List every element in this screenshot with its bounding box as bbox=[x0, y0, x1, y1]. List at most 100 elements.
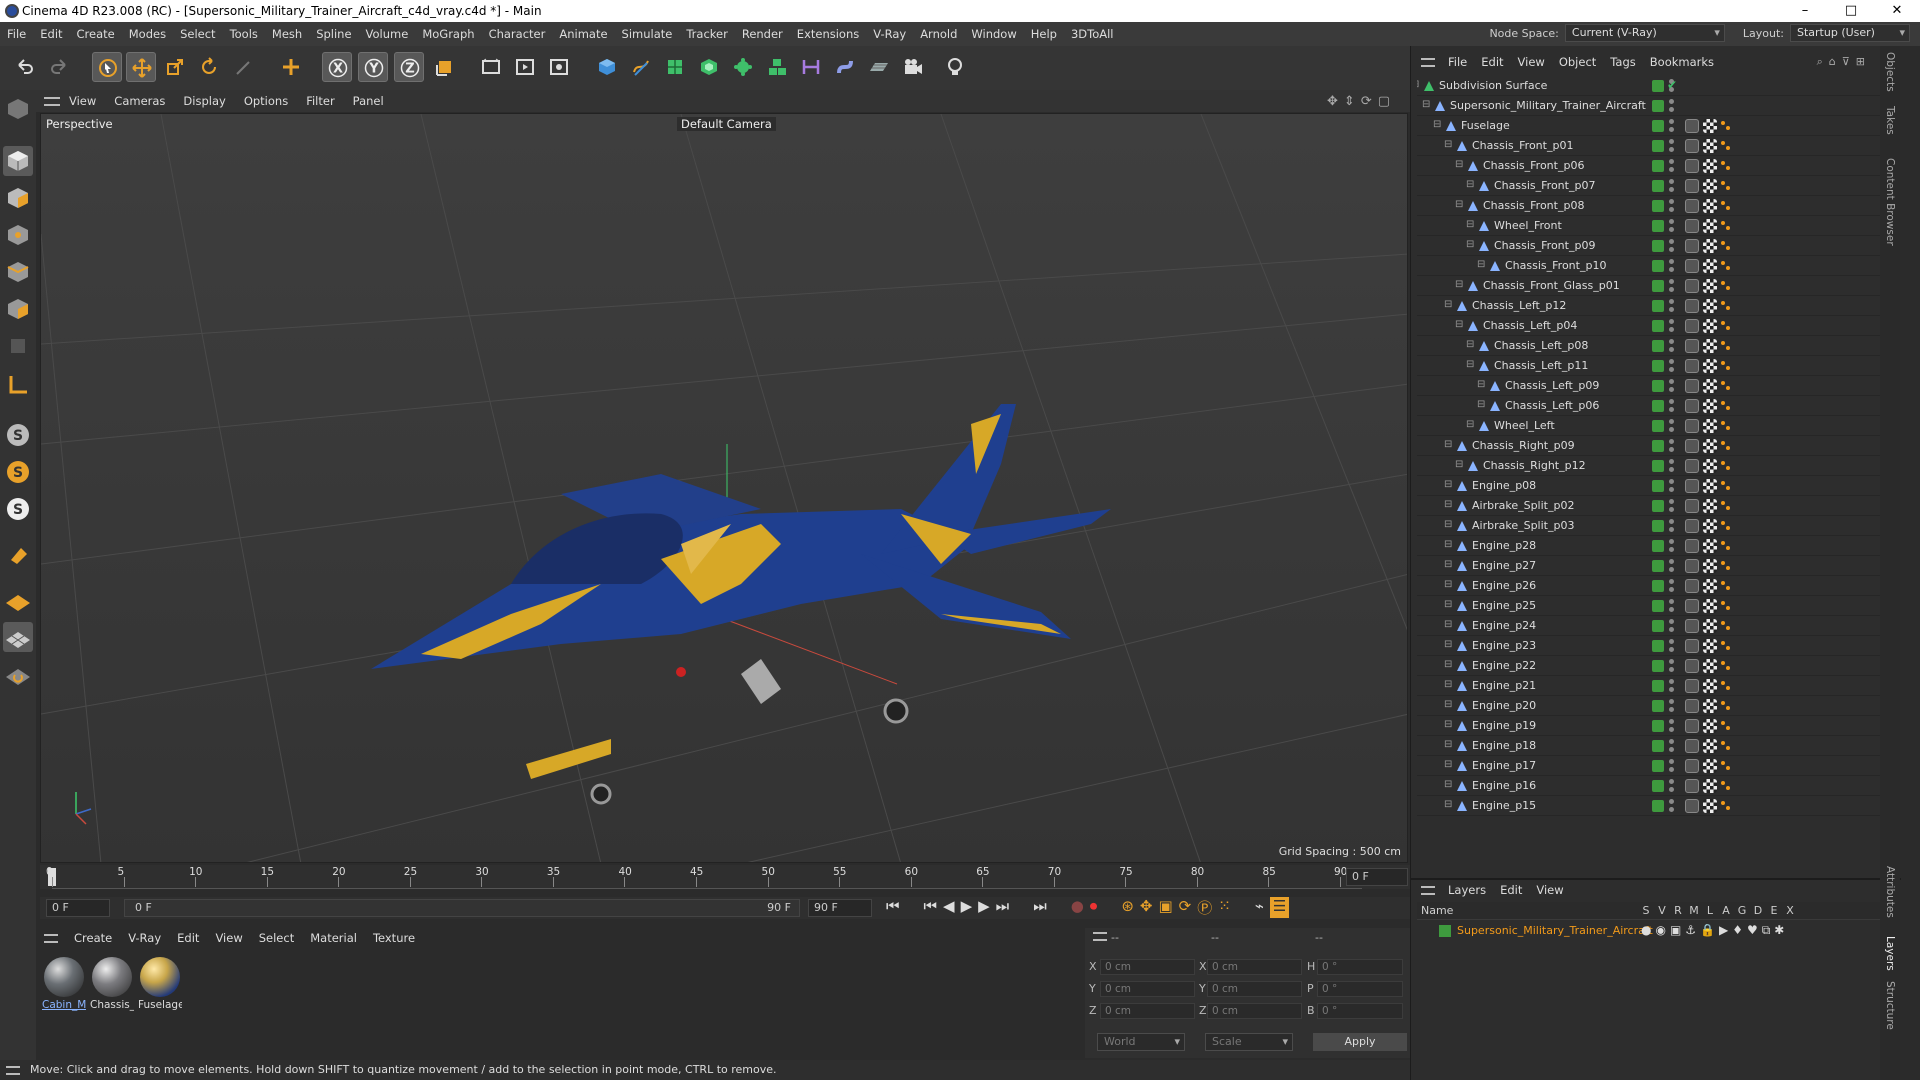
camera-label[interactable]: Default Camera bbox=[677, 117, 776, 131]
phong-tag-icon[interactable] bbox=[1721, 781, 1731, 791]
texture-tag-icon[interactable] bbox=[1703, 279, 1717, 293]
layer-visibility-icon[interactable] bbox=[1652, 760, 1664, 772]
object-name[interactable]: Chassis_Right_p12 bbox=[1483, 459, 1586, 472]
material-tag-icon[interactable] bbox=[1685, 719, 1699, 733]
material-tag-icon[interactable] bbox=[1685, 779, 1699, 793]
node-space-dropdown[interactable]: Current (V-Ray) bbox=[1564, 24, 1725, 42]
phong-tag-icon[interactable] bbox=[1721, 621, 1731, 631]
layer-visibility-icon[interactable] bbox=[1652, 680, 1664, 692]
cloner-icon[interactable] bbox=[728, 52, 758, 82]
tab-structure[interactable]: Structure bbox=[1884, 981, 1896, 1030]
object-name[interactable]: Engine_p26 bbox=[1472, 579, 1536, 592]
rotation-b-field[interactable]: 0 ° bbox=[1317, 1003, 1403, 1019]
hamburger-icon[interactable] bbox=[44, 96, 60, 106]
phong-tag-icon[interactable] bbox=[1721, 601, 1731, 611]
layer-visibility-icon[interactable] bbox=[1652, 740, 1664, 752]
material-tag-icon[interactable] bbox=[1685, 479, 1699, 493]
prev-key-icon[interactable]: ⏮ bbox=[924, 897, 938, 918]
phong-tag-icon[interactable] bbox=[1721, 341, 1731, 351]
object-name[interactable]: Engine_p23 bbox=[1472, 639, 1536, 652]
layer-row[interactable]: Supersonic_Military_Trainer_Aircraft ●◉▣… bbox=[1417, 921, 1891, 941]
render-visibility-icon[interactable] bbox=[1669, 359, 1675, 373]
layer-visibility-icon[interactable] bbox=[1652, 580, 1664, 592]
phong-tag-icon[interactable] bbox=[1721, 321, 1731, 331]
objects-hamburger-icon[interactable] bbox=[1421, 57, 1435, 67]
material-tag-icon[interactable] bbox=[1685, 499, 1699, 513]
menu-modes[interactable]: Modes bbox=[122, 27, 173, 41]
objects-search-icons[interactable]: ⌕⌂⊽⊞ bbox=[1817, 55, 1871, 69]
phong-tag-icon[interactable] bbox=[1721, 741, 1731, 751]
phong-tag-icon[interactable] bbox=[1721, 661, 1731, 671]
material-menu-edit[interactable]: Edit bbox=[169, 931, 207, 945]
close-button[interactable]: ✕ bbox=[1874, 0, 1920, 22]
phong-tag-icon[interactable] bbox=[1721, 481, 1731, 491]
texture-tag-icon[interactable] bbox=[1703, 699, 1717, 713]
object-row[interactable]: ⊟ Engine_p18 bbox=[1417, 736, 1891, 756]
rotate-icon[interactable] bbox=[194, 52, 224, 82]
layer-visibility-icon[interactable] bbox=[1652, 200, 1664, 212]
layer-visibility-icon[interactable] bbox=[1652, 800, 1664, 812]
layer-visibility-icon[interactable] bbox=[1652, 380, 1664, 392]
polygons-mode-icon[interactable] bbox=[3, 294, 33, 324]
coords-hamburger-icon[interactable] bbox=[1093, 932, 1107, 941]
render-visibility-icon[interactable] bbox=[1669, 739, 1675, 753]
expand-toggle-icon[interactable]: ⊟ bbox=[1444, 539, 1452, 550]
key-param-icon[interactable]: Ⓟ bbox=[1197, 897, 1212, 918]
object-row[interactable]: ⊟ Chassis_Left_p06 bbox=[1417, 396, 1891, 416]
viewport-menu-options[interactable]: Options bbox=[235, 94, 297, 108]
object-row[interactable]: ⊟ Chassis_Left_p12 bbox=[1417, 296, 1891, 316]
objects-menu-tags[interactable]: Tags bbox=[1603, 55, 1642, 69]
object-name[interactable]: Supersonic_Military_Trainer_Aircraft bbox=[1450, 99, 1646, 112]
tab-layers[interactable]: Layers bbox=[1884, 936, 1896, 971]
texture-tag-icon[interactable] bbox=[1703, 619, 1717, 633]
material-hamburger-icon[interactable] bbox=[44, 933, 58, 943]
material-tag-icon[interactable] bbox=[1685, 339, 1699, 353]
texture-tag-icon[interactable] bbox=[1703, 659, 1717, 673]
object-name[interactable]: Subdivision Surface bbox=[1439, 79, 1547, 92]
layer-visibility-icon[interactable] bbox=[1652, 400, 1664, 412]
coord-system-dropdown[interactable]: World bbox=[1097, 1033, 1185, 1051]
object-name[interactable]: Chassis_Front_p08 bbox=[1483, 199, 1584, 212]
size-y-field[interactable]: 0 cm bbox=[1207, 981, 1302, 997]
add-icon[interactable] bbox=[276, 52, 306, 82]
texture-tag-icon[interactable] bbox=[1703, 179, 1717, 193]
model-mode-icon[interactable] bbox=[3, 146, 33, 176]
object-name[interactable]: Airbrake_Split_p03 bbox=[1472, 519, 1574, 532]
material-tag-icon[interactable] bbox=[1685, 159, 1699, 173]
layers-hamburger-icon[interactable] bbox=[1421, 885, 1435, 895]
minimize-button[interactable]: – bbox=[1782, 0, 1828, 22]
object-row[interactable]: ⊟ Engine_p24 bbox=[1417, 616, 1891, 636]
object-row[interactable]: ⊟ Supersonic_Military_Trainer_Aircraft bbox=[1417, 96, 1891, 116]
undo-icon[interactable] bbox=[10, 52, 40, 82]
viewport-menu-filter[interactable]: Filter bbox=[297, 94, 343, 108]
phong-tag-icon[interactable] bbox=[1721, 521, 1731, 531]
layer-visibility-icon[interactable] bbox=[1652, 660, 1664, 672]
keyframe-icon[interactable]: ⊛ bbox=[1121, 897, 1134, 918]
layer-visibility-icon[interactable] bbox=[1652, 520, 1664, 532]
phong-tag-icon[interactable] bbox=[1721, 301, 1731, 311]
object-row[interactable]: ⊟ Chassis_Left_p09 bbox=[1417, 376, 1891, 396]
phong-tag-icon[interactable] bbox=[1721, 441, 1731, 451]
phong-tag-icon[interactable] bbox=[1721, 161, 1731, 171]
object-row[interactable]: ⊟ Chassis_Front_p10 bbox=[1417, 256, 1891, 276]
texture-tag-icon[interactable] bbox=[1703, 479, 1717, 493]
render-visibility-icon[interactable] bbox=[1669, 259, 1675, 273]
expand-toggle-icon[interactable]: ⊟ bbox=[1444, 299, 1452, 310]
object-name[interactable]: Chassis_Left_p06 bbox=[1505, 399, 1599, 412]
texture-tag-icon[interactable] bbox=[1703, 759, 1717, 773]
render-visibility-icon[interactable] bbox=[1669, 139, 1675, 153]
render-visibility-icon[interactable] bbox=[1669, 759, 1675, 773]
texture-tag-icon[interactable] bbox=[1703, 559, 1717, 573]
layer-visibility-icon[interactable] bbox=[1652, 260, 1664, 272]
material-tag-icon[interactable] bbox=[1685, 539, 1699, 553]
prev-frame-icon[interactable]: ◀ bbox=[943, 897, 955, 918]
material-tag-icon[interactable] bbox=[1685, 659, 1699, 673]
object-row[interactable]: ⊟ Chassis_Front_p08 bbox=[1417, 196, 1891, 216]
expand-toggle-icon[interactable]: ⊟ bbox=[1444, 759, 1452, 770]
object-name[interactable]: Engine_p25 bbox=[1472, 599, 1536, 612]
material-tag-icon[interactable] bbox=[1685, 119, 1699, 133]
material-menu-select[interactable]: Select bbox=[251, 931, 302, 945]
render-visibility-icon[interactable] bbox=[1669, 459, 1675, 473]
render-visibility-icon[interactable] bbox=[1669, 699, 1675, 713]
render-visibility-icon[interactable] bbox=[1669, 99, 1675, 113]
